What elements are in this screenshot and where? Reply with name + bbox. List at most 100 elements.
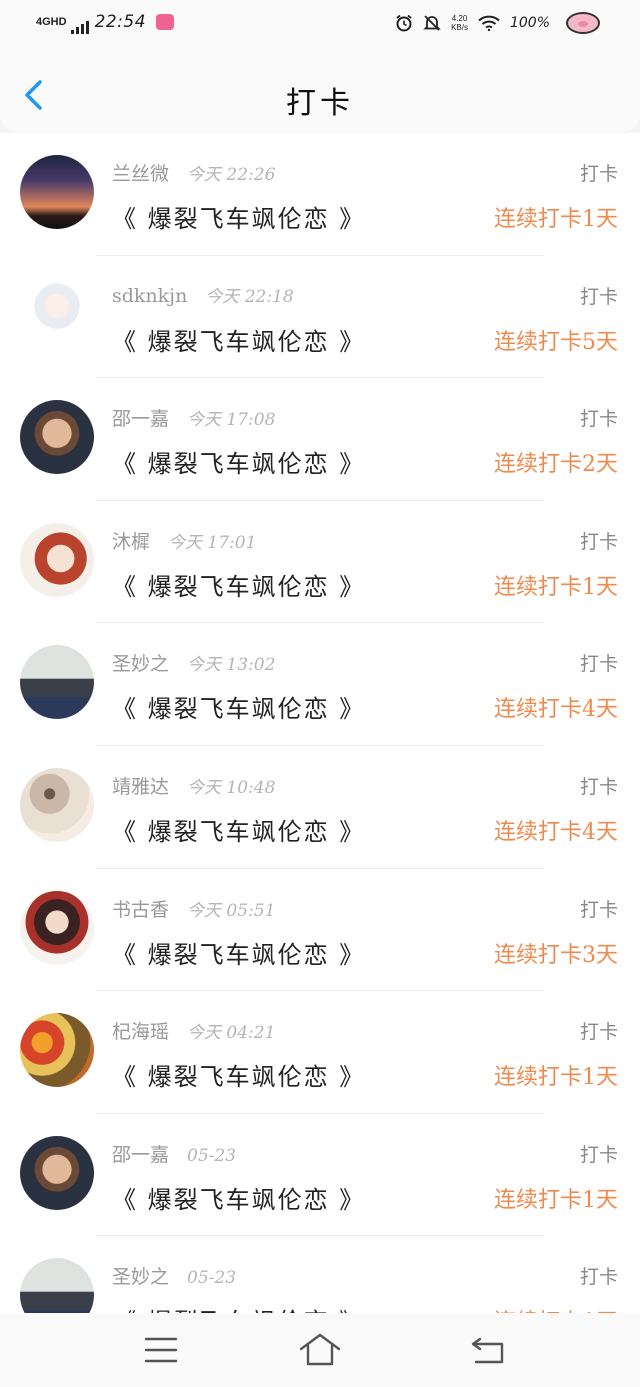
checkin-time: 05-23 (187, 1268, 237, 1289)
blossom-avatar[interactable] (20, 767, 94, 842)
checkin-row[interactable]: 兰丝微 今天 22:26 《 爆裂飞车飒伦恋 》 打卡 连续打卡1天 (0, 133, 640, 256)
user-meta: 兰丝微 今天 22:26 (112, 159, 275, 186)
user-name[interactable]: 邵一嘉 (112, 408, 169, 430)
dark-anime-avatar[interactable] (20, 890, 94, 965)
checkin-tag: 打卡 (579, 408, 618, 431)
checkin-row[interactable]: 邵一嘉 今天 17:08 《 爆裂飞车飒伦恋 》 打卡 连续打卡2天 (0, 378, 640, 501)
signal-icon (70, 20, 89, 34)
checkin-row[interactable]: 书古香 今天 05:51 《 爆裂飞车飒伦恋 》 打卡 连续打卡3天 (0, 869, 640, 992)
checkin-row[interactable]: sdknkjn 今天 22:18 《 爆裂飞车飒伦恋 》 打卡 连续打卡5天 (0, 256, 640, 379)
streak-label: 连续打卡2天 (494, 452, 618, 478)
alarm-icon (396, 14, 412, 32)
checkin-row[interactable]: 杞海瑶 今天 04:21 《 爆裂飞车飒伦恋 》 打卡 连续打卡1天 (0, 991, 640, 1114)
streak-label: 连续打卡4天 (494, 697, 618, 723)
user-meta: sdknkjn 今天 22:18 (112, 282, 294, 307)
book-title[interactable]: 《 爆裂飞车飒伦恋 》 (112, 812, 365, 847)
young-man-avatar[interactable] (20, 400, 94, 475)
menu-button[interactable] (139, 1331, 183, 1369)
checkin-tag: 打卡 (579, 1143, 618, 1166)
home-button[interactable] (298, 1331, 342, 1369)
book-title[interactable]: 《 爆裂飞车飒伦恋 》 (112, 935, 365, 970)
checkin-tag: 打卡 (579, 898, 618, 921)
checkin-time: 今天 04:21 (187, 1023, 276, 1044)
status-right: 4.20 KB/s 100% (395, 12, 600, 34)
bell-muted-icon (423, 15, 441, 31)
streak-label: 连续打卡1天 (494, 207, 618, 232)
checkin-time: 今天 10:48 (187, 777, 276, 798)
streak-label: 连续打卡3天 (494, 942, 618, 968)
streak-label: 连续打卡5天 (494, 329, 618, 355)
network-type: 4GHD (36, 15, 67, 28)
book-title[interactable]: 《 爆裂飞车飒伦恋 》 (112, 1057, 365, 1092)
checkin-time: 今天 22:18 (205, 286, 294, 307)
checkin-tag: 打卡 (579, 1021, 618, 1044)
back-icon (471, 1337, 504, 1364)
user-meta: 杞海瑶 今天 04:21 (112, 1017, 275, 1044)
checkin-row[interactable]: 沐樨 今天 17:01 《 爆裂飞车飒伦恋 》 打卡 连续打卡1天 (0, 501, 640, 624)
book-title[interactable]: 《 爆裂飞车飒伦恋 》 (112, 199, 365, 234)
checkin-time: 今天 17:08 (187, 410, 276, 431)
wifi-icon (478, 15, 500, 31)
food-avatar[interactable] (20, 1013, 94, 1088)
menu-icon (144, 1337, 178, 1363)
status-left: 4GHD 22:54 (36, 10, 175, 34)
checkin-tag: 打卡 (579, 775, 618, 798)
checkin-tag: 打卡 (579, 653, 618, 676)
book-title[interactable]: 《 爆裂飞车飒伦恋 》 (112, 322, 365, 357)
checkin-row[interactable]: 圣妙之 今天 13:02 《 爆裂飞车飒伦恋 》 打卡 连续打卡4天 (0, 623, 640, 746)
user-meta: 圣妙之 今天 13:02 (112, 649, 275, 676)
children-classroom-avatar[interactable] (20, 1258, 94, 1313)
checkin-row[interactable]: 圣妙之 05-23 《 爆裂飞车飒伦恋 》 打卡 连续打卡1天 (0, 1236, 640, 1313)
user-meta: 沐樨 今天 17:01 (112, 527, 256, 554)
pig-icon (566, 12, 600, 34)
checkin-time: 05-23 (187, 1145, 237, 1166)
home-icon (299, 1333, 341, 1366)
streak-label: 连续打卡1天 (494, 1304, 618, 1313)
user-meta: 邵一嘉 05-23 (112, 1140, 236, 1167)
book-title[interactable]: 《 爆裂飞车飒伦恋 》 (112, 1302, 365, 1313)
book-title[interactable]: 《 爆裂飞车飒伦恋 》 (112, 567, 365, 602)
user-name[interactable]: 书古香 (112, 899, 169, 921)
user-name[interactable]: 靖雅达 (112, 776, 169, 798)
book-title[interactable]: 《 爆裂飞车飒伦恋 》 (112, 444, 365, 479)
red-hair-anime-avatar[interactable] (20, 522, 94, 597)
user-meta: 靖雅达 今天 10:48 (112, 772, 275, 799)
battery-level: 100% (509, 15, 550, 31)
nav-back-button[interactable] (466, 1331, 510, 1369)
user-name[interactable]: 兰丝微 (112, 163, 169, 185)
checkin-time: 今天 17:01 (168, 532, 257, 553)
user-name[interactable]: 沐樨 (112, 531, 150, 553)
user-name[interactable]: 圣妙之 (112, 653, 169, 675)
checkin-tag: 打卡 (579, 530, 618, 553)
user-meta: 书古香 今天 05:51 (112, 895, 275, 922)
speed-value: 4.20 (451, 14, 468, 23)
checkin-tag: 打卡 (579, 285, 618, 308)
checkin-time: 今天 13:02 (187, 655, 276, 676)
page-header: 打卡 (0, 48, 640, 132)
sunset-car-avatar[interactable] (20, 155, 94, 229)
streak-label: 连续打卡1天 (494, 1187, 618, 1213)
checkin-list[interactable]: 兰丝微 今天 22:26 《 爆裂飞车飒伦恋 》 打卡 连续打卡1天 sdknkj… (0, 133, 640, 1313)
checkin-row[interactable]: 靖雅达 今天 10:48 《 爆裂飞车飒伦恋 》 打卡 连续打卡4天 (0, 746, 640, 869)
user-name[interactable]: 邵一嘉 (112, 1144, 169, 1166)
user-meta: 圣妙之 05-23 (112, 1262, 236, 1289)
checkin-tag: 打卡 (579, 163, 618, 185)
young-man-avatar[interactable] (20, 1135, 94, 1210)
book-title[interactable]: 《 爆裂飞车飒伦恋 》 (112, 689, 365, 724)
app-badge-icon (156, 14, 175, 30)
user-meta: 邵一嘉 今天 17:08 (112, 404, 275, 431)
user-name[interactable]: 杞海瑶 (112, 1021, 169, 1043)
checkin-row[interactable]: 邵一嘉 05-23 《 爆裂飞车飒伦恋 》 打卡 连续打卡1天 (0, 1114, 640, 1237)
user-name[interactable]: 圣妙之 (112, 1266, 169, 1288)
streak-label: 连续打卡1天 (494, 1065, 618, 1091)
status-time: 22:54 (94, 12, 147, 32)
page-title: 打卡 (286, 86, 354, 121)
status-bar: 4GHD 22:54 4.20 KB/s 100% (0, 0, 640, 48)
streak-label: 连续打卡4天 (494, 819, 618, 845)
book-title[interactable]: 《 爆裂飞车飒伦恋 》 (112, 1180, 365, 1215)
white-hair-anime-avatar[interactable] (20, 277, 94, 352)
checkin-tag: 打卡 (579, 1266, 618, 1289)
checkin-time: 今天 22:26 (187, 165, 276, 185)
user-name[interactable]: sdknkjn (112, 285, 187, 307)
children-classroom-avatar[interactable] (20, 645, 94, 720)
